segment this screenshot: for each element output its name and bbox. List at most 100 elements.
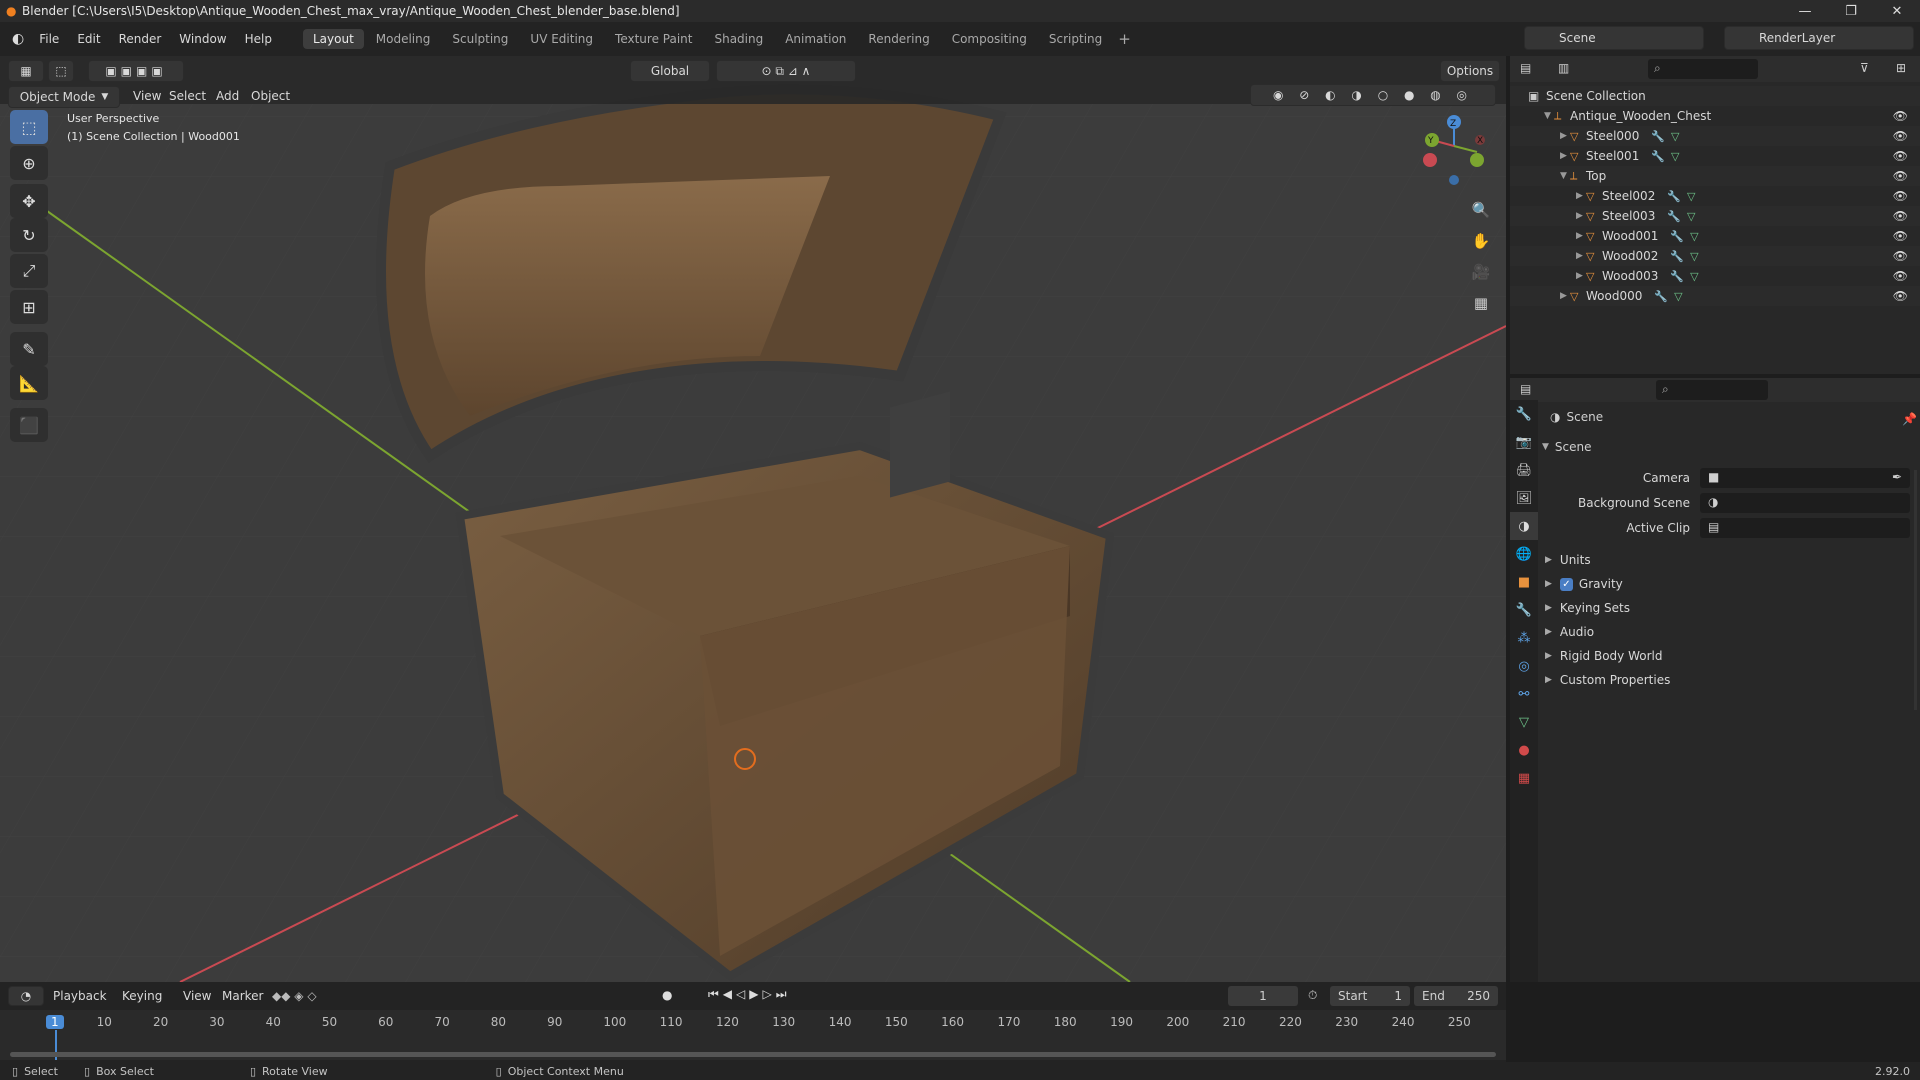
current-frame-field[interactable]: 1 <box>1228 986 1298 1006</box>
render-tab-icon[interactable]: 📷 <box>1510 428 1538 456</box>
transform-orientation-dropdown[interactable]: Global <box>630 60 710 82</box>
mesh-data-icon[interactable]: ▽ <box>1671 130 1679 143</box>
outliner-item[interactable]: ▼ ⟂ Antique_Wooden_Chest 👁 <box>1510 106 1920 126</box>
pan-hand-icon[interactable]: ✋ <box>1466 226 1496 256</box>
outliner-item[interactable]: ▶ ▽ Wood000 🔧 ▽ 👁 <box>1510 286 1920 306</box>
modifier-icon[interactable]: 🔧 <box>1667 190 1681 203</box>
cursor-tool[interactable]: ⊕ <box>10 146 48 180</box>
select-tool-button[interactable]: ⬚ <box>48 60 74 82</box>
visibility-eye-icon[interactable]: 👁 <box>1893 209 1908 223</box>
timeline-menu-marker[interactable]: Marker <box>213 989 272 1003</box>
maximize-button[interactable]: ❐ <box>1828 0 1874 22</box>
timeline-track[interactable]: 1 10 20 30 40 50 60 70 80 90 100 110 120 130 140 150 160… <box>0 1010 1506 1060</box>
visibility-eye-icon[interactable]: 👁 <box>1893 169 1908 183</box>
outliner-search-input[interactable]: ⌕ <box>1648 59 1758 79</box>
modifier-icon[interactable]: 🔧 <box>1667 210 1681 223</box>
object-tab-icon[interactable]: ■ <box>1510 568 1538 596</box>
visibility-eye-icon[interactable]: 👁 <box>1893 149 1908 163</box>
section-gravity[interactable]: ▶ ✓ Gravity <box>1545 572 1623 596</box>
outliner-item[interactable]: ▶ ▽ Steel000 🔧 ▽ 👁 <box>1510 126 1920 146</box>
tab-modeling[interactable]: Modeling <box>366 29 441 49</box>
timeline-editor-icon[interactable]: ◔ <box>8 986 44 1006</box>
tab-rendering[interactable]: Rendering <box>858 29 939 49</box>
outliner-scene-collection[interactable]: ▣ Scene Collection <box>1510 86 1920 106</box>
outliner-item[interactable]: ▼ ⟂ Top 👁 <box>1510 166 1920 186</box>
physics-tab-icon[interactable]: ◎ <box>1510 652 1538 680</box>
timeline-scrollbar[interactable] <box>10 1052 1496 1057</box>
section-keying-sets[interactable]: ▶ Keying Sets <box>1545 596 1630 620</box>
chevron-right-icon[interactable]: ▶ <box>1560 151 1570 161</box>
outliner-item[interactable]: ▶ ▽ Wood003 🔧 ▽ 👁 <box>1510 266 1920 286</box>
measure-tool[interactable]: 📐 <box>10 366 48 400</box>
scale-tool[interactable]: ⤢ <box>10 254 48 288</box>
end-frame-field[interactable]: End 250 <box>1414 986 1498 1006</box>
rotate-tool[interactable]: ↻ <box>10 218 48 252</box>
tab-scripting[interactable]: Scripting <box>1039 29 1112 49</box>
record-icon[interactable]: ● <box>662 988 672 1002</box>
renderlayer-selector[interactable]: RenderLayer <box>1724 26 1914 50</box>
outliner-item[interactable]: ▶ ▽ Steel002 🔧 ▽ 👁 <box>1510 186 1920 206</box>
modifier-icon[interactable]: 🔧 <box>1651 150 1665 163</box>
move-tool[interactable]: ✥ <box>10 184 48 218</box>
timeline-menu-keying[interactable]: Keying <box>113 989 171 1003</box>
tab-layout[interactable]: Layout <box>302 29 364 49</box>
editor-type-button[interactable]: ▦ <box>8 60 44 82</box>
visibility-eye-icon[interactable]: 👁 <box>1893 249 1908 263</box>
outliner-item[interactable]: ▶ ▽ Wood002 🔧 ▽ 👁 <box>1510 246 1920 266</box>
scene-panel-header[interactable]: ▼ Scene <box>1542 440 1592 454</box>
mesh-data-icon[interactable]: ▽ <box>1690 270 1698 283</box>
start-frame-field[interactable]: Start 1 <box>1330 986 1410 1006</box>
modifier-icon[interactable]: 🔧 <box>1670 230 1684 243</box>
mesh-data-icon[interactable]: ▽ <box>1674 290 1682 303</box>
zoom-icon[interactable]: 🔍 <box>1466 195 1496 225</box>
outliner-item[interactable]: ▶ ▽ Steel003 🔧 ▽ 👁 <box>1510 206 1920 226</box>
menu-render[interactable]: Render <box>110 32 171 46</box>
menu-edit[interactable]: Edit <box>68 32 109 46</box>
display-mode-icon[interactable]: ▥ <box>1558 61 1569 75</box>
tab-texture-paint[interactable]: Texture Paint <box>605 29 702 49</box>
overlay-shading-buttons[interactable]: ◉ ⊘ ◐ ◑ ○ ● ◍ ◎ <box>1250 84 1496 106</box>
properties-search-input[interactable]: ⌕ <box>1656 380 1768 400</box>
blender-menu-icon[interactable]: ◐ <box>12 31 24 47</box>
chevron-right-icon[interactable]: ▶ <box>1560 291 1570 301</box>
chevron-right-icon[interactable]: ▶ <box>1576 191 1586 201</box>
visibility-eye-icon[interactable]: 👁 <box>1893 189 1908 203</box>
mesh-data-icon[interactable]: ▽ <box>1690 250 1698 263</box>
chevron-right-icon[interactable]: ▶ <box>1560 131 1570 141</box>
visibility-eye-icon[interactable]: 👁 <box>1893 269 1908 283</box>
options-dropdown[interactable]: Options <box>1440 60 1500 82</box>
select-box-tool[interactable]: ⬚ <box>10 110 48 144</box>
particles-tab-icon[interactable]: ⁂ <box>1510 624 1538 652</box>
filter-icon[interactable]: ⊽ <box>1860 61 1869 75</box>
visibility-eye-icon[interactable]: 👁 <box>1893 109 1908 123</box>
gravity-checkbox[interactable]: ✓ <box>1559 577 1573 591</box>
menu-file[interactable]: File <box>30 32 68 46</box>
visibility-eye-icon[interactable]: 👁 <box>1893 289 1908 303</box>
keyframe-icons[interactable]: ◆◆ ◈ ◇ <box>272 989 317 1003</box>
section-audio[interactable]: ▶ Audio <box>1545 620 1594 644</box>
playback-controls[interactable]: ⏮◀◁▶▷⏭ <box>708 987 791 1002</box>
pivot-snap-buttons[interactable]: ⊙ ⧉ ⊿ ∧ <box>716 60 856 82</box>
ortho-grid-icon[interactable]: ▦ <box>1466 288 1496 318</box>
chevron-right-icon[interactable]: ▶ <box>1576 211 1586 221</box>
output-tab-icon[interactable]: 🖨 <box>1510 456 1538 484</box>
chevron-right-icon[interactable]: ▶ <box>1576 251 1586 261</box>
object-mode-dropdown[interactable]: Object Mode ▼ <box>8 86 120 108</box>
camera-view-icon[interactable]: 🎥 <box>1466 257 1496 287</box>
active-clip-field[interactable]: ▤ <box>1700 518 1910 538</box>
properties-editor-icon[interactable]: ▤ <box>1520 382 1531 396</box>
navigation-gizmo[interactable]: Z Y X <box>1410 110 1490 190</box>
world-tab-icon[interactable]: 🌐 <box>1510 540 1538 568</box>
modifier-icon[interactable]: 🔧 <box>1651 130 1665 143</box>
section-units[interactable]: ▶ Units <box>1545 548 1591 572</box>
chevron-right-icon[interactable]: ▶ <box>1576 231 1586 241</box>
tab-compositing[interactable]: Compositing <box>942 29 1037 49</box>
viewport-scene[interactable] <box>0 56 1506 982</box>
modifier-icon[interactable]: 🔧 <box>1670 270 1684 283</box>
add-cube-tool[interactable]: ⬛ <box>10 408 48 442</box>
timeline-menu-playback[interactable]: Playback <box>44 989 116 1003</box>
background-scene-field[interactable]: ◑ <box>1700 493 1910 513</box>
scene-tab-icon[interactable]: ◑ <box>1510 512 1538 540</box>
pin-icon[interactable]: 📌 <box>1902 412 1917 426</box>
preview-range-icon[interactable]: ⏱ <box>1308 988 1317 1003</box>
